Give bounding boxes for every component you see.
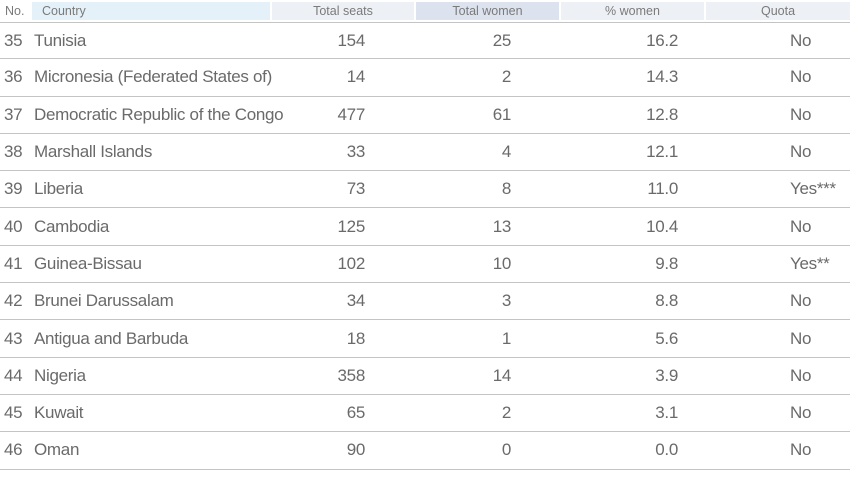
row-total-women: 10 [492, 253, 512, 273]
table-body: 35 Tunisia 154 25 16.2 No 36 Micronesia (Federa… [0, 22, 850, 470]
row-number: 36 [4, 67, 23, 87]
row-pct-women: 14.3 [646, 67, 678, 87]
row-number: 40 [4, 216, 23, 236]
row-number: 46 [4, 440, 23, 460]
row-country: Antigua and Barbuda [34, 328, 189, 348]
header-pct-women: % women [561, 2, 704, 20]
row-total-seats: 90 [346, 440, 366, 460]
row-quota: No [790, 142, 812, 162]
row-quota: No [790, 440, 812, 460]
row-country: Oman [34, 440, 80, 460]
table-row: 35 Tunisia 154 25 16.2 No [0, 22, 850, 60]
table-header: No. Country Total seats Total women % wo… [0, 0, 850, 22]
table-row: 36 Micronesia (Federated States of) 14 2 14.… [0, 59, 850, 97]
header-total-seats: Total seats [272, 2, 414, 20]
row-quota: No [790, 365, 812, 385]
row-number: 42 [4, 291, 23, 311]
row-country: Kuwait [34, 403, 84, 423]
row-total-seats: 477 [337, 104, 366, 124]
row-number: 35 [4, 30, 23, 50]
row-quota: No [790, 403, 812, 423]
row-pct-women: 8.8 [655, 291, 678, 311]
row-total-seats: 18 [346, 328, 366, 348]
row-total-seats: 33 [346, 142, 366, 162]
row-country: Liberia [34, 179, 83, 199]
table-row: 46 Oman 90 0 0.0 No [0, 432, 850, 470]
row-total-women: 25 [492, 30, 512, 50]
row-total-seats: 125 [337, 216, 366, 236]
row-total-seats: 154 [337, 30, 366, 50]
header-quota: Quota [706, 2, 850, 20]
row-country: Tunisia [34, 30, 87, 50]
row-total-women: 8 [501, 179, 511, 199]
row-total-women: 13 [492, 216, 512, 236]
row-number: 39 [4, 179, 23, 199]
row-total-women: 61 [492, 104, 512, 124]
row-country: Micronesia (Federated States of) [34, 67, 272, 87]
row-total-seats: 102 [337, 253, 366, 273]
row-pct-women: 16.2 [646, 30, 678, 50]
row-pct-women: 11.0 [647, 179, 678, 199]
row-total-seats: 358 [337, 365, 366, 385]
row-total-women: 2 [501, 403, 511, 423]
women-in-parliament-table: No. Country Total seats Total women % wo… [0, 0, 850, 470]
row-quota: No [790, 216, 812, 236]
row-number: 45 [4, 403, 23, 423]
row-total-women: 14 [492, 365, 512, 385]
table-row: 45 Kuwait 65 2 3.1 No [0, 395, 850, 433]
row-number: 38 [4, 142, 23, 162]
header-country: Country [32, 2, 270, 20]
row-pct-women: 12.1 [646, 142, 678, 162]
row-quota: No [790, 67, 812, 87]
row-total-women: 4 [501, 142, 511, 162]
row-country: Marshall Islands [34, 142, 153, 162]
row-country: Brunei Darussalam [34, 291, 174, 311]
row-pct-women: 10.4 [646, 216, 678, 236]
row-pct-women: 3.1 [655, 403, 678, 423]
row-total-seats: 65 [346, 403, 366, 423]
row-quota: No [790, 291, 812, 311]
row-pct-women: 3.9 [655, 365, 678, 385]
row-total-women: 2 [501, 67, 511, 87]
row-number: 44 [4, 365, 23, 385]
table-row: 37 Democratic Republic of the Congo 477 61 1… [0, 97, 850, 134]
row-country: Nigeria [34, 365, 86, 385]
table-row: 41 Guinea-Bissau 102 10 9.8 Yes** [0, 246, 850, 284]
row-country: Cambodia [34, 216, 110, 236]
row-quota: Yes** [790, 253, 830, 273]
header-total-women: Total women [416, 2, 559, 20]
row-pct-women: 9.8 [655, 253, 678, 273]
row-quota: No [790, 104, 812, 124]
row-total-seats: 34 [346, 291, 366, 311]
header-no: No. [0, 2, 32, 20]
row-quota: No [790, 30, 812, 50]
table-row: 39 Liberia 73 8 11.0 Yes*** [0, 171, 850, 209]
row-number: 43 [4, 328, 23, 348]
row-total-women: 1 [501, 328, 511, 348]
row-country: Guinea-Bissau [34, 253, 142, 273]
table-row: 42 Brunei Darussalam 34 3 8.8 No [0, 283, 850, 321]
row-pct-women: 12.8 [646, 104, 678, 124]
row-quota: Yes*** [790, 179, 836, 199]
row-pct-women: 0.0 [655, 440, 678, 460]
row-country: Democratic Republic of the Congo [34, 104, 284, 124]
table-row: 38 Marshall Islands 33 4 12.1 No [0, 134, 850, 172]
table-row: 40 Cambodia 125 13 10.4 No [0, 208, 850, 246]
row-number: 37 [4, 104, 23, 124]
row-pct-women: 5.6 [655, 328, 678, 348]
table-row: 44 Nigeria 358 14 3.9 No [0, 358, 850, 395]
row-total-seats: 73 [346, 179, 366, 199]
row-quota: No [790, 328, 812, 348]
row-total-women: 0 [501, 440, 511, 460]
table-row: 43 Antigua and Barbuda 18 1 5.6 No [0, 320, 850, 358]
row-total-women: 3 [501, 291, 511, 311]
row-total-seats: 14 [346, 67, 366, 87]
row-number: 41 [4, 253, 23, 273]
